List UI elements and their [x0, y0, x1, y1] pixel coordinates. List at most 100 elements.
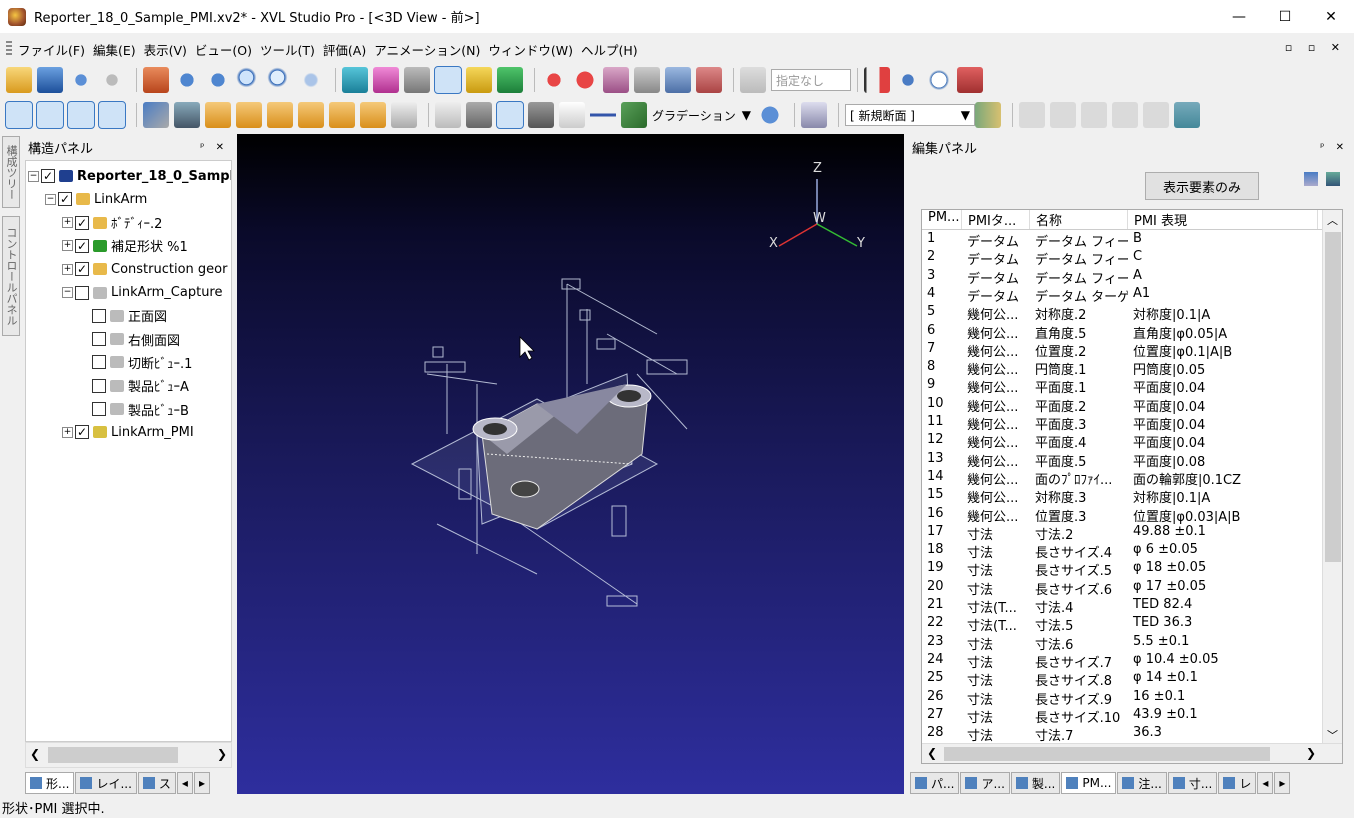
history-icon[interactable]: [957, 67, 983, 93]
table-row[interactable]: 14 幾何公... 面のﾌﾟﾛﾌｧｲ... 面の輪郭度|0.1CZ: [922, 469, 1318, 487]
table-hscroll-thumb[interactable]: [944, 747, 1270, 761]
table-vertical-scrollbar[interactable]: ︿ ﹀: [1322, 210, 1342, 745]
select-edge-icon[interactable]: [404, 67, 430, 93]
grid-icon[interactable]: [174, 102, 200, 128]
table-row[interactable]: 28 寸法 寸法.7 36.3: [922, 725, 1318, 743]
col-pmi-expression[interactable]: PMI 表現: [1128, 210, 1318, 229]
tree-expander-icon[interactable]: +: [62, 263, 73, 275]
3d-view[interactable]: Z W X Y: [237, 134, 904, 794]
tree-expander-icon[interactable]: −: [62, 287, 73, 298]
panel-pin-close-icon[interactable]: ᵖ ✕: [1320, 142, 1348, 153]
table-row[interactable]: 24 寸法 長さサイズ.7 φ 10.4 ±0.05: [922, 652, 1318, 670]
menu-edit[interactable]: 編集(E): [89, 40, 140, 59]
select-group-icon[interactable]: [497, 67, 523, 93]
menu-file[interactable]: ファイル(F): [14, 40, 89, 59]
sphere-select-icon[interactable]: [572, 67, 598, 93]
marker-icon[interactable]: [740, 67, 766, 93]
tree-horizontal-scrollbar[interactable]: ❮ ❯: [25, 742, 232, 768]
move-icon[interactable]: [895, 67, 921, 93]
fit-icon[interactable]: [298, 67, 324, 93]
view-right-icon[interactable]: [298, 102, 324, 128]
shaded-icon[interactable]: [466, 102, 492, 128]
specify-dropdown[interactable]: 指定なし: [771, 69, 851, 91]
tree-node[interactable]: 切断ﾋﾞｭｰ.1: [79, 351, 192, 373]
select-face-icon[interactable]: [373, 67, 399, 93]
mdi-controls[interactable]: ▫ ▫ ✕: [1285, 41, 1346, 54]
shaded-edges-icon[interactable]: [496, 101, 524, 129]
tab-parts[interactable]: パ...: [910, 772, 960, 794]
table-row[interactable]: 15 幾何公... 対称度.3 対称度|0.1|A: [922, 487, 1318, 505]
structure-panel-icon[interactable]: [5, 101, 33, 129]
view-back-icon[interactable]: [236, 102, 262, 128]
zoom-icon[interactable]: [236, 67, 262, 93]
tree-checkbox[interactable]: [75, 285, 89, 300]
section-tool-icon[interactable]: [1019, 102, 1045, 128]
tree-node[interactable]: 製品ﾋﾞｭｰB: [79, 398, 189, 420]
tab-attributes[interactable]: ア...: [960, 772, 1010, 794]
table-row[interactable]: 12 幾何公... 平面度.4 平面度|0.04: [922, 432, 1318, 450]
rotate-icon[interactable]: [205, 67, 231, 93]
table-row[interactable]: 25 寸法 長さサイズ.8 φ 14 ±0.1: [922, 670, 1318, 688]
menu-camera[interactable]: ビュー(O): [191, 40, 256, 59]
section-cap-icon[interactable]: [1050, 102, 1076, 128]
view-front-icon[interactable]: [205, 102, 231, 128]
save-icon[interactable]: [37, 67, 63, 93]
close-button[interactable]: ✕: [1308, 0, 1354, 33]
table-row[interactable]: 6 幾何公... 直角度.5 直角度|φ0.05|A: [922, 323, 1318, 341]
tree-node[interactable]: 製品ﾋﾞｭｰA: [79, 375, 189, 397]
tree-checkbox[interactable]: [92, 402, 106, 416]
tab-pmi[interactable]: PM...: [1061, 772, 1117, 794]
zoom-box-icon[interactable]: [267, 67, 293, 93]
scroll-right-icon[interactable]: ❯: [217, 747, 227, 761]
table-row[interactable]: 1 データムデータム フィーチ... B: [922, 231, 1318, 249]
dimension-icon[interactable]: [665, 67, 691, 93]
scroll-left-icon[interactable]: ❮: [927, 746, 937, 760]
background-color-icon[interactable]: [757, 102, 783, 128]
tree-scroll-thumb[interactable]: [48, 747, 178, 763]
show-visible-only-button[interactable]: 表示要素のみ: [1145, 172, 1259, 200]
line-style-icon[interactable]: [590, 102, 616, 128]
tree-checkbox[interactable]: ✓: [75, 425, 89, 440]
col-pmi-number[interactable]: PM...: [922, 210, 962, 229]
filter-panel-icon[interactable]: [98, 101, 126, 129]
table-horizontal-scrollbar[interactable]: ❮ ❯: [922, 743, 1342, 763]
table-row[interactable]: 3 データムデータム フィーチ... A: [922, 268, 1318, 286]
menu-animation[interactable]: アニメーション(N): [370, 40, 484, 59]
hidden-line-icon[interactable]: [528, 102, 554, 128]
undo-icon[interactable]: [68, 67, 94, 93]
table-row[interactable]: 13 幾何公... 平面度.5 平面度|0.08: [922, 451, 1318, 469]
tab-product[interactable]: 製...: [1010, 772, 1061, 794]
tab-scroll-right[interactable]: ▸: [193, 772, 210, 794]
3d-model-drawing[interactable]: Z W X Y: [237, 134, 904, 794]
view-left-icon[interactable]: [267, 102, 293, 128]
tree-node[interactable]: + ✓ Construction geor: [62, 258, 227, 280]
section-plane-icon[interactable]: [975, 102, 1001, 128]
list-view-icon[interactable]: [1304, 172, 1318, 186]
table-row[interactable]: 23 寸法 寸法.6 5.5 ±0.1: [922, 634, 1318, 652]
tree-expander-icon[interactable]: +: [62, 426, 73, 438]
section-move-icon[interactable]: [1143, 102, 1169, 128]
table-row[interactable]: 8 幾何公... 円筒度.1 円筒度|0.05: [922, 359, 1318, 377]
table-row[interactable]: 16 幾何公... 位置度.3 位置度|φ0.03|A|B: [922, 506, 1318, 524]
section-dropdown[interactable]: [ 新規断面 ] ▼: [845, 104, 975, 126]
view-top-icon[interactable]: [329, 102, 355, 128]
view-bottom-icon[interactable]: [360, 102, 386, 128]
table-row[interactable]: 7 幾何公... 位置度.2 位置度|φ0.1|A|B: [922, 341, 1318, 359]
point-icon[interactable]: [541, 67, 567, 93]
section-rotate-icon[interactable]: [1112, 102, 1138, 128]
table-row[interactable]: 19 寸法 長さサイズ.5 φ 18 ±0.05: [922, 560, 1318, 578]
tree-checkbox[interactable]: [92, 355, 106, 370]
tree-node[interactable]: − LinkArm_Capture: [62, 282, 222, 304]
tab-notes[interactable]: 注...: [1117, 772, 1167, 794]
tree-node[interactable]: − ✓ Reporter_18_0_Sample: [28, 165, 231, 187]
link-icon[interactable]: [143, 102, 169, 128]
tab-control-panel[interactable]: コントロールパネル: [2, 216, 20, 336]
table-row[interactable]: 21 寸法(T... 寸法.4 TED 82.4: [922, 597, 1318, 615]
scroll-right-icon[interactable]: ❯: [1306, 746, 1316, 760]
tree-node[interactable]: 正面図: [79, 305, 167, 327]
col-name[interactable]: 名称: [1030, 210, 1128, 229]
tree-checkbox[interactable]: ✓: [75, 215, 89, 230]
explode-icon[interactable]: [864, 67, 890, 93]
tree-checkbox[interactable]: ✓: [75, 238, 89, 253]
home-view-icon[interactable]: [143, 67, 169, 93]
